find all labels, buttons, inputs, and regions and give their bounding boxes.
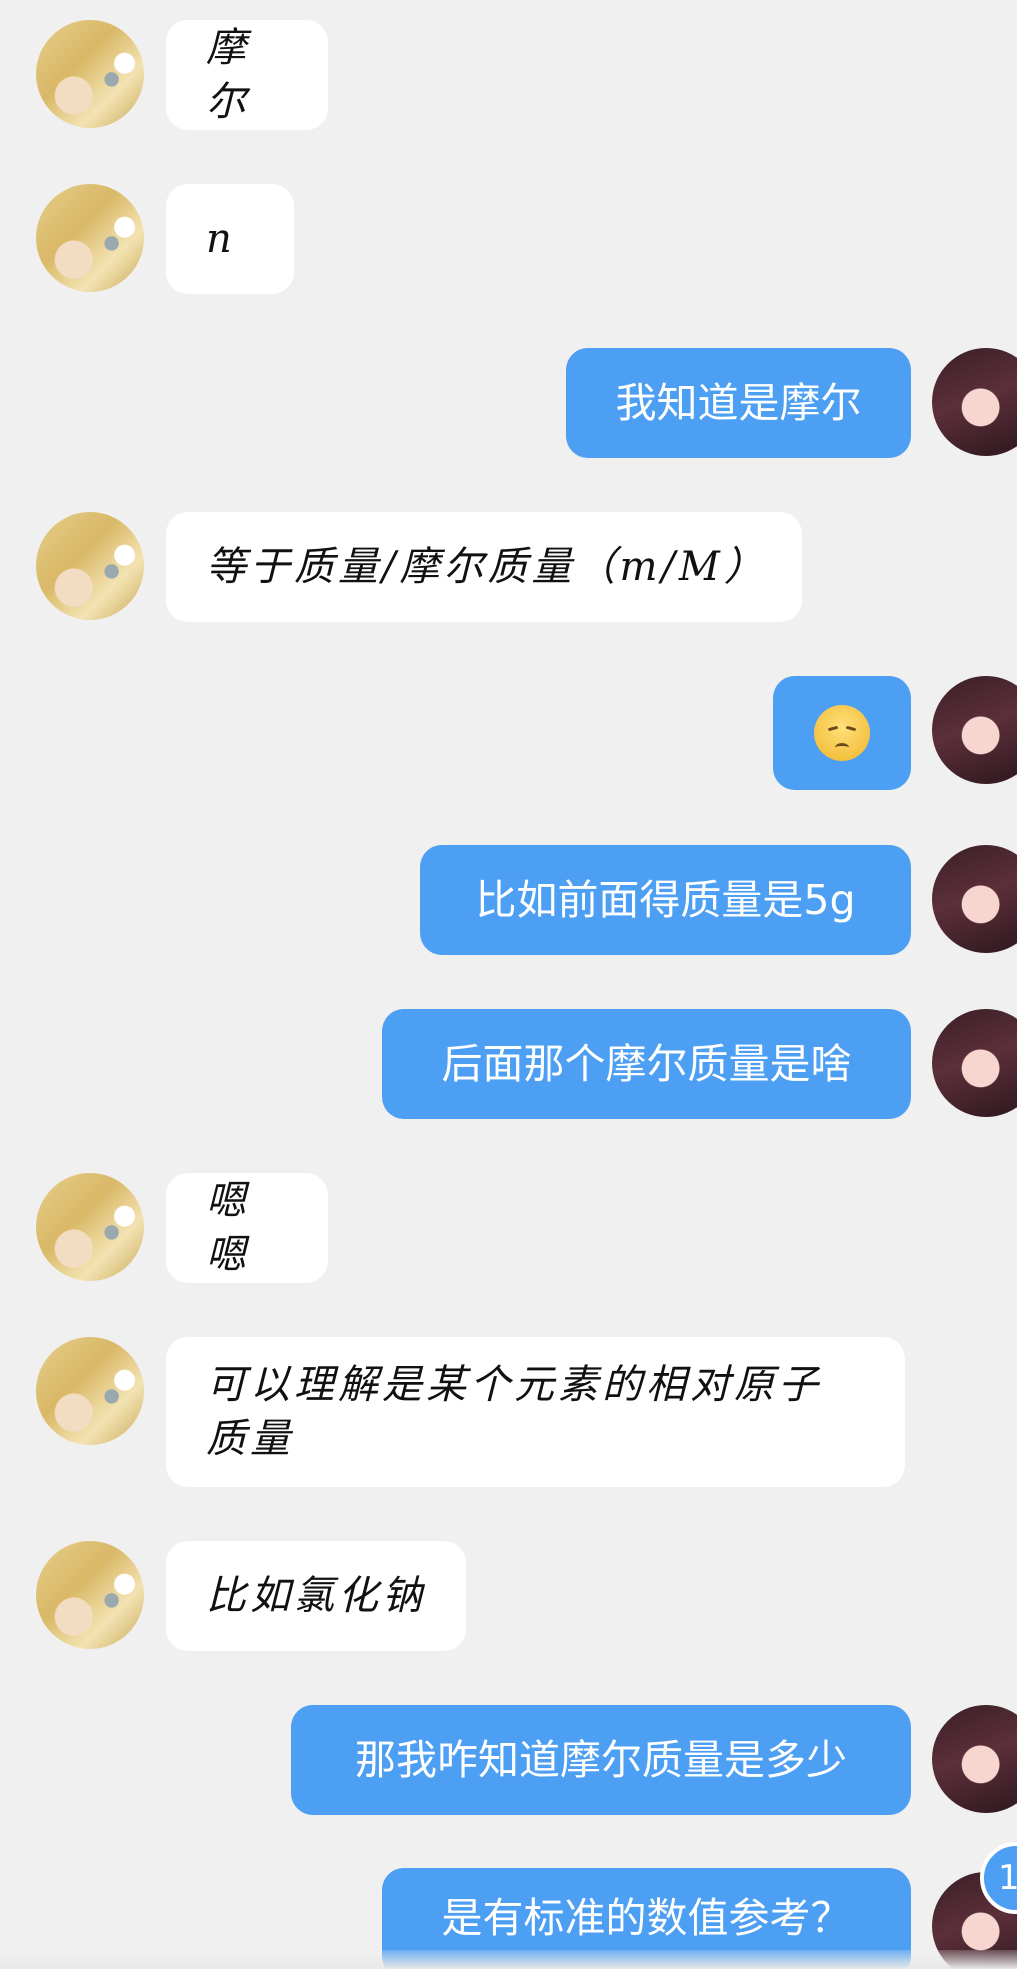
sent-message-bubble[interactable]: 比如前面得质量是5g bbox=[420, 845, 911, 955]
received-message-bubble[interactable]: 可以理解是某个元素的相对原子质量 bbox=[166, 1337, 905, 1487]
message-row: 等于质量/摩尔质量（m/M） bbox=[0, 512, 1017, 624]
received-message-bubble[interactable]: 等于质量/摩尔质量（m/M） bbox=[166, 512, 802, 622]
contact-avatar[interactable] bbox=[36, 20, 144, 128]
message-row: 比如氯化钠 bbox=[0, 1541, 1017, 1653]
sent-emoji-bubble[interactable] bbox=[773, 676, 911, 790]
message-row: n bbox=[0, 184, 1017, 296]
my-avatar[interactable] bbox=[932, 1009, 1017, 1117]
message-row: 嗯嗯 bbox=[0, 1173, 1017, 1285]
sent-message-bubble[interactable]: 那我咋知道摩尔质量是多少 bbox=[291, 1705, 911, 1815]
contact-avatar[interactable] bbox=[36, 512, 144, 620]
contact-avatar[interactable] bbox=[36, 184, 144, 292]
contact-avatar[interactable] bbox=[36, 1337, 144, 1445]
bottom-edge bbox=[0, 1950, 1017, 1969]
chat-message-list[interactable]: 摩尔 n 我知道是摩尔 等于质量/摩尔质量（m/M） 比如前面得质量是5g 后面… bbox=[0, 0, 1017, 1969]
my-avatar[interactable] bbox=[932, 348, 1017, 456]
message-row: 我知道是摩尔 bbox=[0, 348, 1017, 460]
message-row: 摩尔 bbox=[0, 20, 1017, 132]
received-message-bubble[interactable]: n bbox=[166, 184, 294, 294]
my-avatar[interactable] bbox=[932, 1705, 1017, 1813]
my-avatar[interactable] bbox=[932, 676, 1017, 784]
message-row: 那我咋知道摩尔质量是多少 bbox=[0, 1705, 1017, 1817]
message-row: 可以理解是某个元素的相对原子质量 bbox=[0, 1337, 1017, 1489]
pensive-face-icon bbox=[814, 705, 870, 761]
received-message-bubble[interactable]: 比如氯化钠 bbox=[166, 1541, 466, 1651]
sent-message-bubble[interactable]: 后面那个摩尔质量是啥 bbox=[382, 1009, 911, 1119]
message-row: 比如前面得质量是5g bbox=[0, 845, 1017, 957]
received-message-bubble[interactable]: 嗯嗯 bbox=[166, 1173, 328, 1283]
contact-avatar[interactable] bbox=[36, 1541, 144, 1649]
my-avatar[interactable] bbox=[932, 845, 1017, 953]
sent-message-bubble[interactable]: 我知道是摩尔 bbox=[566, 348, 911, 458]
message-row: 后面那个摩尔质量是啥 bbox=[0, 1009, 1017, 1121]
received-message-bubble[interactable]: 摩尔 bbox=[166, 20, 328, 130]
contact-avatar[interactable] bbox=[36, 1173, 144, 1281]
message-row bbox=[0, 676, 1017, 792]
